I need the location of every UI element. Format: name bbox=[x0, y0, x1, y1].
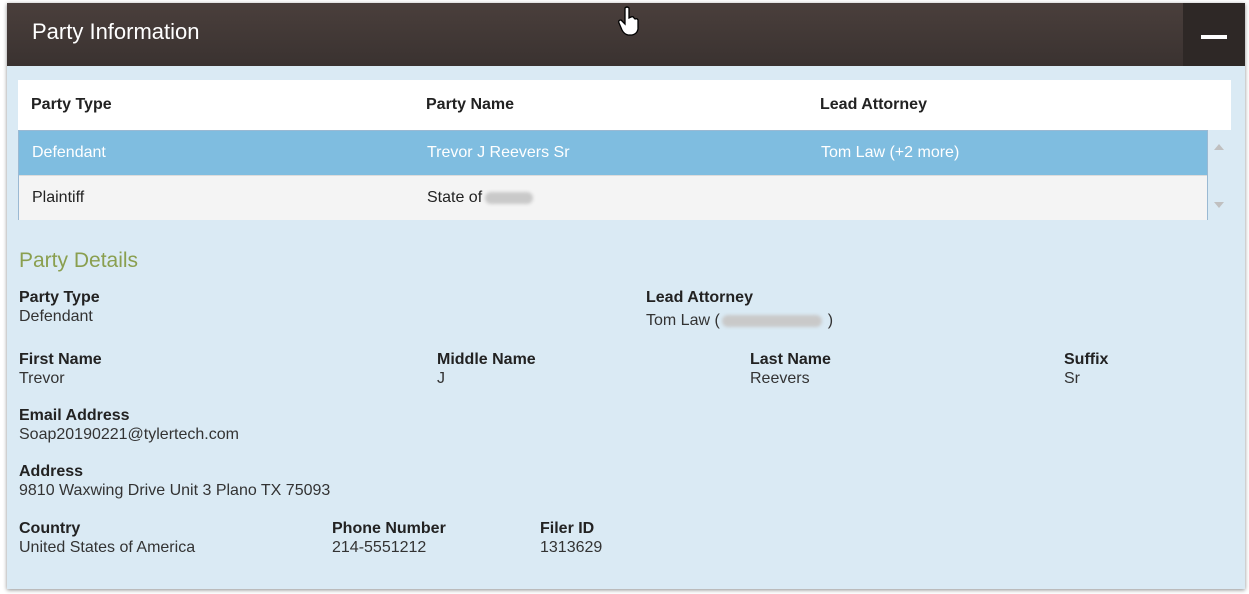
filer-id-value: 1313629 bbox=[540, 539, 603, 556]
phone-value: 214-5551212 bbox=[332, 539, 427, 556]
lead-attorney-suffix: ) bbox=[827, 312, 834, 329]
party-grid: Party Type Party Name Lead Attorney Defe… bbox=[18, 80, 1231, 220]
country-field: Country United States of America bbox=[19, 519, 195, 557]
last-name-value: Reevers bbox=[750, 370, 810, 387]
column-header-lead-attorney[interactable]: Lead Attorney bbox=[820, 96, 927, 114]
hand-pointer-icon bbox=[618, 6, 639, 36]
cell-party-type: Plaintiff bbox=[32, 189, 85, 206]
column-header-party-type[interactable]: Party Type bbox=[31, 96, 112, 114]
filer-id-field: Filer ID 1313629 bbox=[540, 519, 602, 557]
column-header-party-name[interactable]: Party Name bbox=[426, 96, 514, 114]
table-row[interactable]: Plaintiff State of bbox=[19, 175, 1207, 220]
minus-icon bbox=[1201, 35, 1227, 39]
phone-field: Phone Number 214-5551212 bbox=[332, 519, 446, 557]
lead-attorney-value: Tom Law () bbox=[646, 311, 833, 330]
email-value: Soap20190221@tylertech.com bbox=[19, 426, 239, 443]
address-field: Address 9810 Waxwing Drive Unit 3 Plano … bbox=[19, 462, 330, 500]
grid-header: Party Type Party Name Lead Attorney bbox=[18, 80, 1231, 130]
address-value: 9810 Waxwing Drive Unit 3 Plano TX 75093 bbox=[19, 482, 331, 499]
first-name-label: First Name bbox=[19, 351, 102, 368]
redacted-text bbox=[721, 314, 822, 327]
country-value: United States of America bbox=[19, 539, 196, 556]
grid-scrollbar[interactable] bbox=[1208, 130, 1230, 218]
collapse-button[interactable] bbox=[1183, 3, 1245, 66]
country-label: Country bbox=[19, 520, 81, 537]
filer-id-label: Filer ID bbox=[540, 520, 595, 537]
triangle-up-icon[interactable] bbox=[1214, 144, 1224, 150]
first-name-value: Trevor bbox=[19, 370, 65, 387]
triangle-down-icon[interactable] bbox=[1214, 202, 1224, 208]
cell-lead-attorney: Tom Law (+2 more) bbox=[821, 144, 960, 161]
middle-name-label: Middle Name bbox=[437, 351, 536, 368]
cell-party-name: State of bbox=[427, 189, 534, 207]
panel-title: Party Information bbox=[32, 19, 200, 44]
party-details-title: Party Details bbox=[19, 249, 139, 272]
lead-attorney-field: Lead Attorney Tom Law () bbox=[646, 288, 833, 330]
party-information-panel: Party Information Party Type Party Name … bbox=[7, 3, 1245, 589]
party-name-text: State of bbox=[427, 189, 483, 206]
last-name-label: Last Name bbox=[750, 351, 831, 368]
party-type-value: Defendant bbox=[19, 308, 93, 325]
party-type-field: Party Type Defendant bbox=[19, 288, 100, 326]
lead-attorney-label: Lead Attorney bbox=[646, 289, 753, 306]
first-name-field: First Name Trevor bbox=[19, 350, 102, 388]
suffix-label: Suffix bbox=[1064, 351, 1109, 368]
cell-party-type: Defendant bbox=[32, 144, 106, 161]
email-label: Email Address bbox=[19, 407, 130, 424]
redacted-text bbox=[485, 191, 534, 204]
middle-name-field: Middle Name J bbox=[437, 350, 536, 388]
middle-name-value: J bbox=[437, 370, 445, 387]
address-label: Address bbox=[19, 463, 84, 480]
lead-attorney-name: Tom Law ( bbox=[646, 312, 720, 329]
suffix-field: Suffix Sr bbox=[1064, 350, 1108, 388]
last-name-field: Last Name Reevers bbox=[750, 350, 831, 388]
party-type-label: Party Type bbox=[19, 289, 100, 306]
grid-body: Defendant Trevor J Reevers Sr Tom Law (+… bbox=[18, 130, 1208, 220]
email-field: Email Address Soap20190221@tylertech.com bbox=[19, 406, 239, 444]
table-row-selected[interactable]: Defendant Trevor J Reevers Sr Tom Law (+… bbox=[19, 131, 1207, 175]
suffix-value: Sr bbox=[1064, 370, 1080, 387]
phone-label: Phone Number bbox=[332, 520, 446, 537]
cell-party-name: Trevor J Reevers Sr bbox=[427, 144, 570, 161]
